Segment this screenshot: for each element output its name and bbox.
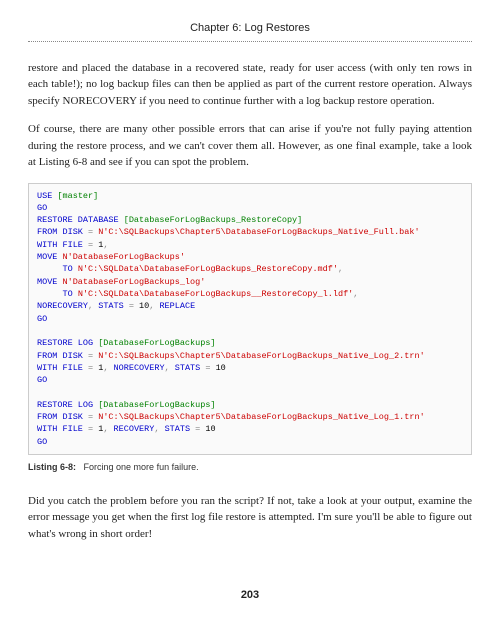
code-token: STATS	[93, 301, 124, 311]
code-token: =	[124, 301, 134, 311]
code-token: 1	[93, 240, 103, 250]
code-token: TO	[37, 264, 73, 274]
code-token: WITH FILE	[37, 240, 83, 250]
code-token: FROM DISK	[37, 227, 83, 237]
body-para-3: Did you catch the problem before you ran…	[28, 493, 472, 543]
chapter-title: Chapter 6: Log Restores	[28, 20, 472, 42]
listing-text: Forcing one more fun failure.	[84, 462, 199, 472]
code-token: ,	[338, 264, 343, 274]
code-token: =	[83, 412, 93, 422]
code-token: NORECOVERY	[37, 301, 88, 311]
code-token: MOVE	[37, 277, 57, 287]
listing-label: Listing 6-8:	[28, 462, 76, 472]
code-token: RESTORE LOG	[37, 338, 93, 348]
code-token: FROM DISK	[37, 351, 83, 361]
code-listing: USE [master] GO RESTORE DATABASE [Databa…	[28, 183, 472, 456]
page-content: Chapter 6: Log Restores restore and plac…	[0, 0, 500, 574]
code-token: N'DatabaseForLogBackups_log'	[57, 277, 205, 287]
code-token: GO	[37, 314, 47, 324]
code-token: N'C:\SQLData\DatabaseForLogBackups_Resto…	[73, 264, 338, 274]
code-token: 10	[134, 301, 149, 311]
code-token: USE	[37, 191, 52, 201]
code-token: =	[83, 363, 93, 373]
code-token: WITH FILE	[37, 363, 83, 373]
code-token: ,	[103, 240, 108, 250]
code-token: FROM DISK	[37, 412, 83, 422]
code-token: 1	[93, 363, 103, 373]
code-token: REPLACE	[154, 301, 195, 311]
code-token: =	[83, 351, 93, 361]
code-token: RESTORE DATABASE	[37, 215, 119, 225]
code-token: ,	[353, 289, 358, 299]
body-para-1: restore and placed the database in a rec…	[28, 60, 472, 110]
code-token: =	[83, 424, 93, 434]
code-token: 1	[93, 424, 103, 434]
code-token: NORECOVERY	[108, 363, 164, 373]
code-token: [DatabaseForLogBackups]	[93, 338, 215, 348]
code-token: TO	[37, 289, 73, 299]
body-para-2: Of course, there are many other possible…	[28, 121, 472, 171]
code-token: N'DatabaseForLogBackups'	[57, 252, 185, 262]
code-token: =	[83, 240, 93, 250]
code-token: [DatabaseForLogBackups_RestoreCopy]	[119, 215, 303, 225]
code-token: STATS	[159, 424, 190, 434]
code-token: [master]	[52, 191, 98, 201]
code-token: MOVE	[37, 252, 57, 262]
code-token: RECOVERY	[108, 424, 154, 434]
code-token: [DatabaseForLogBackups]	[93, 400, 215, 410]
code-token: =	[200, 363, 210, 373]
code-token: 10	[200, 424, 215, 434]
code-token: GO	[37, 437, 47, 447]
code-token: STATS	[170, 363, 201, 373]
code-token: RESTORE LOG	[37, 400, 93, 410]
code-token: 10	[210, 363, 225, 373]
code-token: N'C:\SQLBackups\Chapter5\DatabaseForLogB…	[93, 227, 419, 237]
code-token: GO	[37, 375, 47, 385]
listing-caption: Listing 6-8: Forcing one more fun failur…	[28, 461, 472, 475]
code-token: N'C:\SQLBackups\Chapter5\DatabaseForLogB…	[93, 351, 425, 361]
code-token: GO	[37, 203, 47, 213]
code-token: =	[83, 227, 93, 237]
page-number: 203	[0, 587, 500, 604]
code-token: =	[190, 424, 200, 434]
code-token: N'C:\SQLData\DatabaseForLogBackups__Rest…	[73, 289, 354, 299]
code-token: WITH FILE	[37, 424, 83, 434]
code-token: N'C:\SQLBackups\Chapter5\DatabaseForLogB…	[93, 412, 425, 422]
